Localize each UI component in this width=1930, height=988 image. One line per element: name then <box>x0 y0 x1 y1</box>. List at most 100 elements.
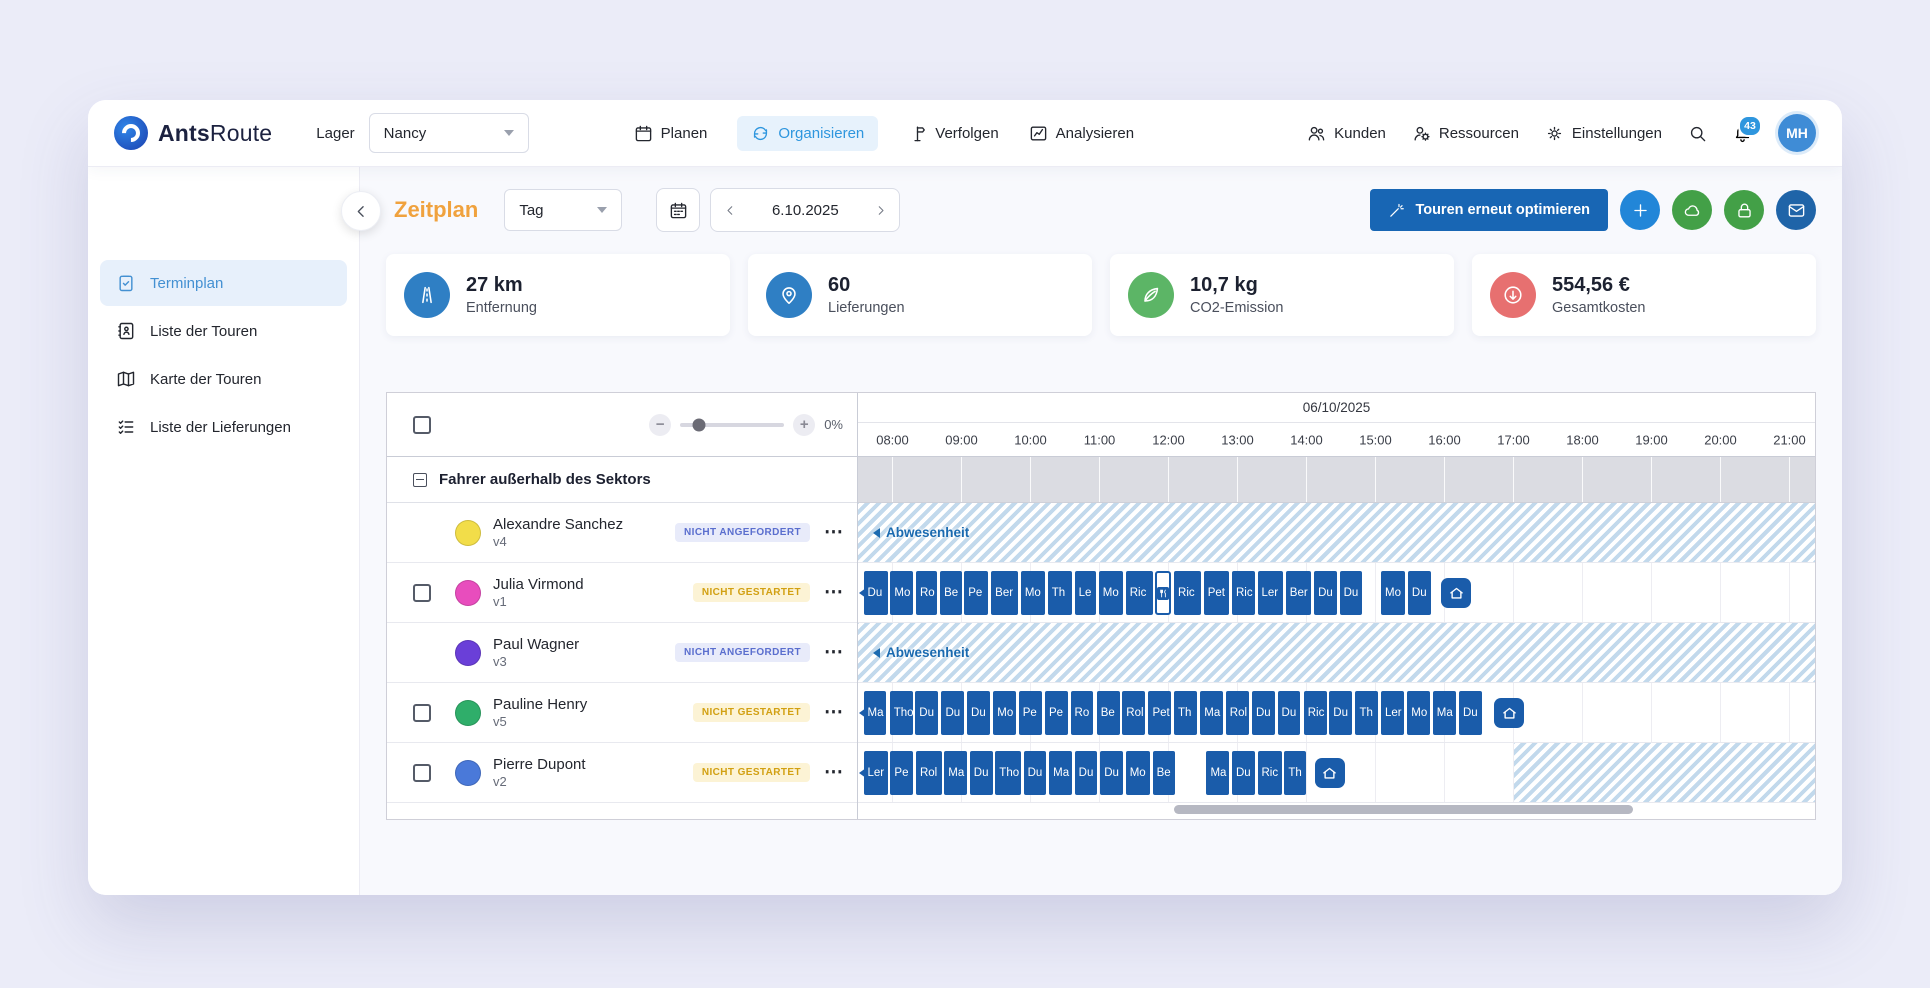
zoom-out-button[interactable]: − <box>649 414 671 436</box>
warehouse-select[interactable]: Nancy <box>369 113 529 153</box>
task-block[interactable]: Du <box>864 571 888 615</box>
task-block[interactable]: Ma <box>1433 691 1456 735</box>
row-menu-button[interactable]: ⋯ <box>824 523 843 542</box>
search-button[interactable] <box>1688 124 1707 143</box>
task-block[interactable]: Du <box>967 691 990 735</box>
task-block[interactable]: Mo <box>1021 571 1045 615</box>
task-block[interactable]: Rol <box>1122 691 1145 735</box>
task-block[interactable]: Du <box>1024 751 1047 795</box>
task-block[interactable]: Pe <box>964 571 988 615</box>
task-block[interactable]: Pe <box>1019 691 1042 735</box>
task-block[interactable]: Du <box>1314 571 1337 615</box>
task-block[interactable]: Ric <box>1258 751 1282 795</box>
sidebar-item-karte-der-touren[interactable]: Karte der Touren <box>100 356 347 402</box>
row-checkbox[interactable] <box>413 704 431 722</box>
task-block[interactable]: Ler <box>864 751 888 795</box>
collapse-sidebar-button[interactable] <box>341 191 381 231</box>
task-block[interactable]: Rol <box>1226 691 1249 735</box>
sidebar-item-liste-der-lieferungen[interactable]: Liste der Lieferungen <box>100 404 347 450</box>
task-block[interactable]: Du <box>1340 571 1363 615</box>
task-block[interactable]: Ro <box>916 571 937 615</box>
task-block[interactable]: Ma <box>864 691 887 735</box>
collapse-icon[interactable] <box>413 473 427 487</box>
nav-kunden[interactable]: Kunden <box>1307 124 1386 143</box>
previous-day-button[interactable] <box>711 189 749 231</box>
nav-verfolgen[interactable]: Verfolgen <box>908 124 998 143</box>
row-checkbox[interactable] <box>413 764 431 782</box>
task-block[interactable]: Du <box>1232 751 1255 795</box>
notifications-button[interactable]: 43 <box>1733 124 1752 143</box>
task-block[interactable]: Mo <box>1381 571 1405 615</box>
task-block[interactable]: Du <box>915 691 938 735</box>
task-block[interactable]: Mo <box>1407 691 1430 735</box>
sidebar-item-terminplan[interactable]: Terminplan <box>100 260 347 306</box>
task-block[interactable]: Ro <box>1071 691 1094 735</box>
task-block[interactable]: Du <box>1075 751 1098 795</box>
task-block[interactable]: Du <box>1408 571 1431 615</box>
nav-ressourcen[interactable]: Ressourcen <box>1412 124 1519 143</box>
task-block[interactable]: Tho <box>995 751 1021 795</box>
task-block[interactable]: Du <box>941 691 964 735</box>
horizontal-scrollbar[interactable] <box>858 805 1815 814</box>
task-block[interactable]: Du <box>1459 691 1482 735</box>
task-block[interactable]: Du <box>1278 691 1301 735</box>
reoptimize-tours-button[interactable]: Touren erneut optimieren <box>1370 189 1608 231</box>
nav-einstellungen[interactable]: Einstellungen <box>1545 124 1662 143</box>
row-menu-button[interactable]: ⋯ <box>824 703 843 722</box>
task-block[interactable]: Du <box>1329 691 1352 735</box>
task-block[interactable]: Ber <box>991 571 1018 615</box>
zoom-slider-thumb[interactable] <box>692 418 705 431</box>
task-block[interactable]: Mo <box>1099 571 1123 615</box>
task-block[interactable]: Th <box>1355 691 1378 735</box>
cloud-upload-button[interactable] <box>1672 190 1712 230</box>
task-block[interactable]: Le <box>1075 571 1096 615</box>
home-marker[interactable] <box>1315 758 1345 788</box>
nav-planen[interactable]: Planen <box>634 124 708 143</box>
task-block[interactable]: Du <box>1100 751 1123 795</box>
task-block[interactable]: Rol <box>916 751 942 795</box>
task-block[interactable]: Pet <box>1204 571 1230 615</box>
task-block[interactable]: Ma <box>944 751 967 795</box>
zoom-in-button[interactable]: + <box>793 414 815 436</box>
row-menu-button[interactable]: ⋯ <box>824 583 843 602</box>
row-checkbox[interactable] <box>413 584 431 602</box>
task-block[interactable]: Ric <box>1304 691 1327 735</box>
home-marker[interactable] <box>1441 578 1471 608</box>
select-all-checkbox[interactable] <box>413 416 431 434</box>
task-block[interactable]: Ma <box>1200 691 1223 735</box>
task-block[interactable]: Pet <box>1148 691 1171 735</box>
break-block[interactable] <box>1155 571 1171 615</box>
sidebar-item-liste-der-touren[interactable]: Liste der Touren <box>100 308 347 354</box>
nav-organisieren[interactable]: Organisieren <box>737 116 878 151</box>
task-block[interactable]: Ler <box>1258 571 1284 615</box>
home-marker[interactable] <box>1494 698 1524 728</box>
task-block[interactable]: Be <box>940 571 961 615</box>
zoom-slider[interactable] <box>680 423 784 427</box>
task-block[interactable]: Pe <box>1045 691 1068 735</box>
scrollbar-thumb[interactable] <box>1174 805 1633 814</box>
absence-block[interactable]: Abwesenheit <box>858 623 1815 682</box>
user-avatar[interactable]: MH <box>1778 114 1816 152</box>
task-block[interactable]: Th <box>1174 691 1197 735</box>
task-block[interactable]: Ric <box>1126 571 1153 615</box>
task-block[interactable]: Mo <box>993 691 1016 735</box>
task-block[interactable]: Be <box>1153 751 1176 795</box>
task-block[interactable]: Pe <box>890 751 913 795</box>
task-block[interactable]: Mo <box>890 571 913 615</box>
task-block[interactable]: Tho <box>890 691 913 735</box>
task-block[interactable]: Ma <box>1049 751 1072 795</box>
calendar-picker-button[interactable] <box>656 188 700 232</box>
absence-block[interactable] <box>1514 743 1816 802</box>
row-menu-button[interactable]: ⋯ <box>824 643 843 662</box>
task-block[interactable]: Ma <box>1206 751 1229 795</box>
row-menu-button[interactable]: ⋯ <box>824 763 843 782</box>
task-block[interactable]: Ric <box>1174 571 1201 615</box>
task-block[interactable]: Ric <box>1232 571 1255 615</box>
task-block[interactable]: Du <box>1252 691 1275 735</box>
nav-analysieren[interactable]: Analysieren <box>1029 124 1134 143</box>
send-email-button[interactable] <box>1776 190 1816 230</box>
lock-tours-button[interactable] <box>1724 190 1764 230</box>
task-block[interactable]: Th <box>1284 751 1305 795</box>
task-block[interactable]: Ler <box>1381 691 1404 735</box>
absence-block[interactable]: Abwesenheit <box>858 503 1815 562</box>
